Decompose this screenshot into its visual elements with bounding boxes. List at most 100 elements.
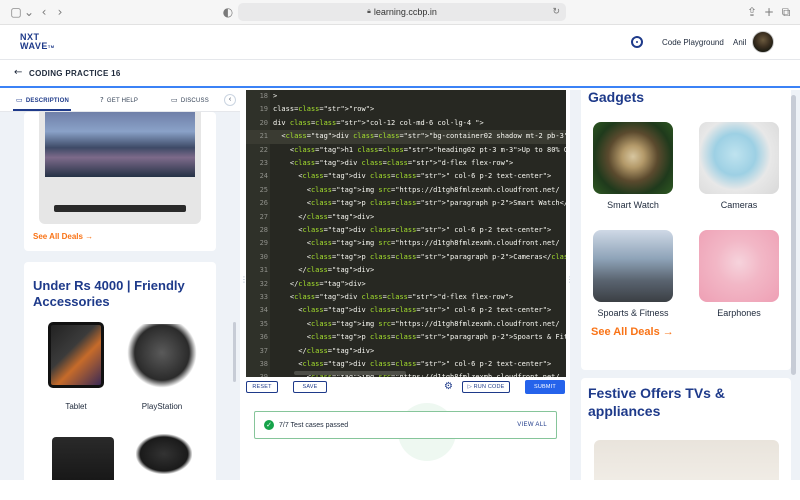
line-number: 28 <box>259 226 268 234</box>
code-line[interactable]: 20 div class=class="str">"col-12 col-md-6… <box>246 117 566 130</box>
tabs-icon[interactable]: ⧉ <box>779 5 793 19</box>
code-text: <class="tag">div class=class="str">" col… <box>273 172 552 181</box>
test-result-card: ✓ 7/7 Test cases passed VIEW ALL <box>254 411 557 439</box>
code-text: </class="tag">div> <box>273 266 375 275</box>
code-line[interactable]: 28 <class="tag">div class=class="str">" … <box>246 224 566 237</box>
code-line[interactable]: 23 <class="tag">div class=class="str">"d… <box>246 157 566 170</box>
help-icon: ? <box>100 96 104 104</box>
product-label: Spoarts & Fitness <box>597 308 669 318</box>
user-name[interactable]: Anil <box>733 38 746 47</box>
line-number: 34 <box>259 306 268 315</box>
run-code-button[interactable]: ▷ RUN CODE <box>462 381 510 393</box>
product-label: Smart Watch <box>607 200 659 210</box>
line-number: 29 <box>259 239 268 248</box>
tab-discuss[interactable]: ▭ DISCUSS <box>171 96 209 104</box>
tab-discuss-label: DISCUSS <box>180 98 209 104</box>
app-header: NXT WAVETM Code Playground Anil <box>0 25 800 60</box>
vr-headset-image <box>136 434 192 474</box>
code-line[interactable]: 32 </class="tag">div> <box>246 278 566 291</box>
tablet-image <box>48 322 104 388</box>
tv-stand-image <box>54 205 186 212</box>
practice-title: CODING PRACTICE 16 <box>29 69 121 78</box>
code-line[interactable]: 26 <class="tag">p class=class="str">"par… <box>246 197 566 210</box>
code-text: </class="tag">div> <box>273 212 375 221</box>
settings-gear-icon[interactable]: ⚙ <box>444 381 453 393</box>
submit-button[interactable]: SUBMIT <box>525 380 565 394</box>
timer-icon[interactable] <box>631 36 643 48</box>
code-text: <class="tag">img src="https://d1tgh8fmlz… <box>273 239 560 248</box>
tab-description-label: DESCRIPTION <box>25 98 70 104</box>
reload-icon[interactable]: ↻ <box>552 6 560 17</box>
code-line[interactable]: 18 > <box>246 90 566 103</box>
save-button[interactable]: SAVE <box>293 381 327 393</box>
test-results-panel: ✓ 7/7 Test cases passed VIEW ALL <box>246 397 566 480</box>
line-number: 23 <box>259 159 268 167</box>
code-text: <class="tag">img src="https://d1tgh8fmlz… <box>273 319 560 328</box>
line-number: 19 <box>259 105 268 114</box>
chevron-down-icon[interactable]: ⌄ <box>22 5 36 19</box>
line-number: 21 <box>259 132 268 141</box>
see-all-deals-link[interactable]: See All Deals → <box>33 232 93 241</box>
code-line[interactable]: 22 <class="tag">h1 class=class="str">"he… <box>246 144 566 157</box>
back-arrow-icon[interactable]: ← <box>14 67 22 78</box>
code-text: </class="tag">div> <box>273 346 375 355</box>
see-all-deals-link[interactable]: See All Deals → <box>591 326 674 338</box>
code-text: <class="tag">div class=class="str">" col… <box>273 226 552 234</box>
code-line[interactable]: 19 class=class="str">"row"> <box>246 103 566 116</box>
code-line[interactable]: 25 <class="tag">img src="https://d1tgh8f… <box>246 184 566 197</box>
line-number: 20 <box>259 118 268 127</box>
code-text: > <box>273 92 278 100</box>
code-line[interactable]: 33 <class="tag">div class=class="str">"d… <box>246 291 566 304</box>
logo[interactable]: NXT WAVETM <box>20 33 55 51</box>
line-number: 31 <box>259 266 268 275</box>
code-line[interactable]: 37 </class="tag">div> <box>246 345 566 358</box>
line-number: 27 <box>259 212 268 221</box>
code-text: <class="tag">p class=class="str">"paragr… <box>273 252 566 261</box>
product-label: Earphones <box>717 308 761 318</box>
line-number: 37 <box>259 346 268 355</box>
reset-button[interactable]: RESET <box>246 381 278 393</box>
share-icon[interactable]: ⇪ <box>745 5 759 19</box>
back-icon[interactable]: ‹ <box>37 5 51 19</box>
horizontal-scrollbar[interactable] <box>294 371 406 375</box>
tab-get-help-label: GET HELP <box>106 98 139 104</box>
line-number: 32 <box>259 279 268 288</box>
code-playground-link[interactable]: Code Playground <box>662 38 724 47</box>
sidebar-icon[interactable]: ▢ <box>9 5 23 19</box>
line-number: 36 <box>259 333 268 342</box>
code-line[interactable]: 27 </class="tag">div> <box>246 211 566 224</box>
collapse-panel-button[interactable]: ‹ <box>224 94 236 106</box>
code-line[interactable]: 35 <class="tag">img src="https://d1tgh8f… <box>246 318 566 331</box>
code-line[interactable]: 24 <class="tag">div class=class="str">" … <box>246 170 566 183</box>
scrollbar[interactable] <box>791 95 796 375</box>
code-text: div class=class="str">"col-12 col-md-6 c… <box>273 118 484 127</box>
code-line[interactable]: 34 <class="tag">div class=class="str">" … <box>246 304 566 317</box>
avatar[interactable] <box>752 31 774 53</box>
logo-tm: TM <box>47 44 55 49</box>
line-number: 18 <box>259 92 268 100</box>
code-line[interactable]: 31 </class="tag">div> <box>246 264 566 277</box>
plus-icon[interactable]: + <box>762 5 776 19</box>
code-line[interactable]: 36 <class="tag">p class=class="str">"par… <box>246 331 566 344</box>
code-line[interactable]: 29 <class="tag">img src="https://d1tgh8f… <box>246 237 566 250</box>
code-line[interactable]: 30 <class="tag">p class=class="str">"par… <box>246 251 566 264</box>
accessories-card: Under Rs 4000 | Friendly Accessories Tab… <box>24 262 216 480</box>
logo-line2: WAVETM <box>20 42 55 51</box>
line-number: 22 <box>259 145 268 154</box>
product-label: PlayStation <box>141 402 183 411</box>
address-bar[interactable]: 🔒︎ learning.ccbp.in ↻ <box>238 3 566 21</box>
shield-icon[interactable]: ◐ <box>221 5 235 19</box>
left-panel-tabs: ▭ DESCRIPTION ? GET HELP ▭ DISCUSS ‹ <box>0 90 240 112</box>
code-line[interactable]: 21 <class="tag">div class=class="str">"b… <box>246 130 566 144</box>
line-number: 30 <box>259 252 268 261</box>
code-line[interactable]: 38 <class="tag">div class=class="str">" … <box>246 358 566 371</box>
earphones-image <box>699 230 779 302</box>
tab-get-help[interactable]: ? GET HELP <box>100 96 138 104</box>
view-all-link[interactable]: VIEW ALL <box>517 422 547 428</box>
code-text: <class="tag">p class=class="str">"paragr… <box>273 333 566 342</box>
forward-icon[interactable]: › <box>53 5 67 19</box>
code-editor[interactable]: 18 >19 class=class="str">"row"> 20 div class… <box>246 90 566 377</box>
tab-description[interactable]: ▭ DESCRIPTION <box>16 96 69 104</box>
scrollbar[interactable] <box>233 322 236 382</box>
browser-toolbar: ▢ ⌄ ‹ › ◐ 🔒︎ learning.ccbp.in ↻ ⇪ + ⧉ <box>0 0 800 25</box>
